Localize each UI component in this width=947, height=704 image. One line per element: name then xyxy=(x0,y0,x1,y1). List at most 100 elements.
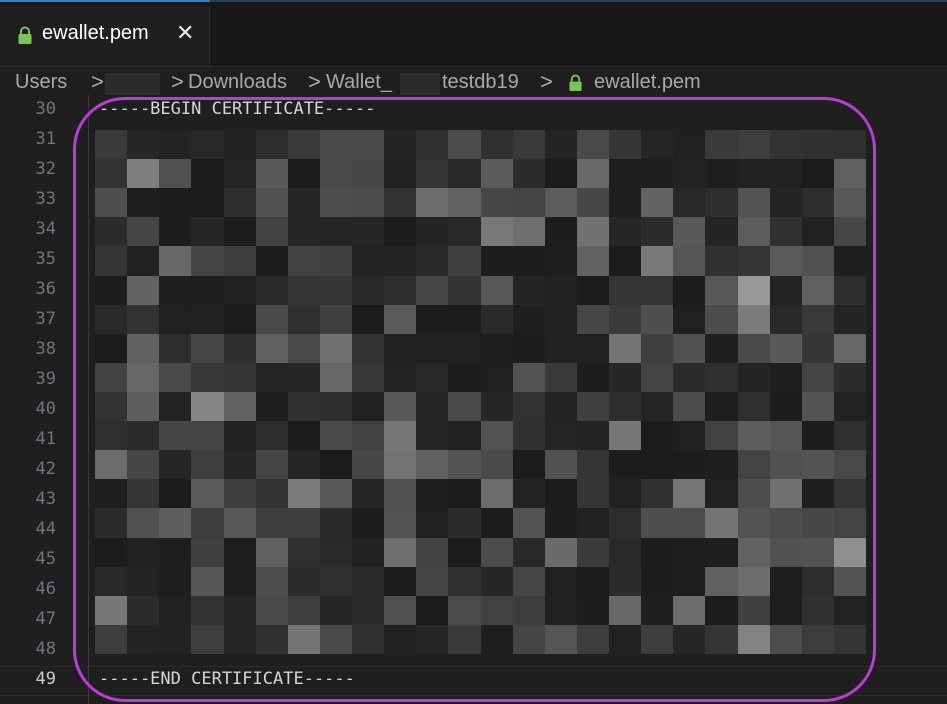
redaction-pixel xyxy=(833,304,866,334)
line-number: 49 xyxy=(35,669,56,689)
redaction-pixel xyxy=(609,479,642,509)
redaction-pixel xyxy=(609,159,642,189)
redaction-pixel xyxy=(95,450,128,480)
redaction-pixel xyxy=(319,508,352,538)
breadcrumb-wallet-prefix[interactable]: Wallet_ xyxy=(326,71,392,94)
redaction-pixel xyxy=(641,246,674,276)
redaction-pixel xyxy=(384,246,417,276)
redaction-pixel xyxy=(833,275,866,305)
breadcrumb-users[interactable]: Users xyxy=(15,71,67,94)
line-number: 35 xyxy=(35,249,56,269)
lock-icon xyxy=(18,26,32,44)
redaction-pixel xyxy=(705,566,738,596)
line-number: 48 xyxy=(35,639,56,659)
redaction-pixel xyxy=(480,188,513,218)
code-line[interactable]: -----END CERTIFICATE----- xyxy=(99,669,355,689)
redaction-pixel xyxy=(769,333,802,363)
line-number: 44 xyxy=(35,519,56,539)
redaction-pixel xyxy=(191,479,224,509)
redaction-pixel xyxy=(384,362,417,392)
redaction-pixel xyxy=(448,362,481,392)
redaction-pixel xyxy=(223,304,256,334)
breadcrumb-downloads[interactable]: Downloads xyxy=(188,71,287,94)
redaction-pixel xyxy=(448,391,481,422)
redaction-pixel xyxy=(319,159,352,189)
redaction-pixel xyxy=(287,479,320,509)
redaction-pixel xyxy=(737,391,770,422)
redaction-pixel xyxy=(127,537,160,567)
redaction-pixel xyxy=(384,508,417,538)
line-number: 36 xyxy=(35,279,56,299)
redaction-pixel xyxy=(512,159,545,189)
redaction-pixel xyxy=(737,246,770,276)
redaction-pixel xyxy=(576,421,609,451)
redaction-pixel xyxy=(223,566,256,596)
redaction-pixel xyxy=(319,188,352,218)
redaction-pixel xyxy=(512,246,545,276)
redaction-pixel xyxy=(127,217,160,247)
breadcrumb-file[interactable]: ewallet.pem xyxy=(594,71,701,94)
redaction-pixel xyxy=(448,421,481,451)
redaction-pixel xyxy=(319,217,352,247)
redaction-pixel xyxy=(673,159,706,189)
redaction-pixel xyxy=(480,246,513,276)
redaction-pixel xyxy=(159,159,192,189)
redaction-pixel xyxy=(576,624,609,654)
redaction-pixel xyxy=(769,246,802,276)
redaction-pixel xyxy=(737,566,770,596)
redaction-pixel xyxy=(255,188,288,218)
redaction-pixel xyxy=(191,624,224,654)
redaction-pixel xyxy=(833,246,866,276)
redaction-pixel xyxy=(705,391,738,422)
tab-bar: ewallet.pem ✕ xyxy=(0,6,947,67)
redaction-pixel xyxy=(416,479,449,509)
redaction-pixel xyxy=(705,159,738,189)
redaction-pixel xyxy=(769,595,802,625)
redaction-pixel xyxy=(705,333,738,363)
redaction-pixel xyxy=(576,566,609,596)
redaction-pixel xyxy=(801,421,834,451)
redaction-pixel xyxy=(384,421,417,451)
redaction-pixel xyxy=(159,537,192,567)
redaction-pixel xyxy=(641,333,674,363)
code-line[interactable]: -----BEGIN CERTIFICATE----- xyxy=(99,99,375,119)
active-tab-accent xyxy=(0,0,210,2)
breadcrumb-wallet-suffix[interactable]: testdb19 xyxy=(442,71,519,94)
redaction-pixel xyxy=(255,450,288,480)
redaction-pixel xyxy=(416,217,449,247)
redaction-pixel xyxy=(769,159,802,189)
line-number: 42 xyxy=(35,459,56,479)
redaction-pixel xyxy=(737,275,770,305)
redaction-pixel xyxy=(352,304,385,334)
redaction-pixel xyxy=(95,275,128,305)
redaction-pixel xyxy=(319,421,352,451)
redaction-pixel xyxy=(576,275,609,305)
redaction-pixel xyxy=(319,333,352,363)
line-number: 45 xyxy=(35,549,56,569)
redaction-pixel xyxy=(544,566,577,596)
redaction-pixel xyxy=(705,130,738,160)
redaction-pixel xyxy=(95,479,128,509)
redaction-pixel xyxy=(544,479,577,509)
line-number: 43 xyxy=(35,489,56,509)
redaction-pixel xyxy=(223,391,256,422)
redaction-pixel xyxy=(191,421,224,451)
redaction-pixel xyxy=(95,130,128,160)
redaction-pixel xyxy=(576,508,609,538)
redaction-pixel xyxy=(352,188,385,218)
redaction-pixel xyxy=(159,275,192,305)
redaction-pixel xyxy=(512,333,545,363)
redaction-pixel xyxy=(127,362,160,392)
redaction-pixel xyxy=(641,391,674,422)
redaction-pixel xyxy=(769,217,802,247)
redaction-pixel xyxy=(223,362,256,392)
tab-ewallet-pem[interactable]: ewallet.pem ✕ xyxy=(0,6,210,66)
redaction-pixel xyxy=(448,479,481,509)
line-number: 46 xyxy=(35,579,56,599)
close-icon[interactable]: ✕ xyxy=(176,21,194,46)
line-number: 37 xyxy=(35,309,56,329)
redaction-pixel xyxy=(191,188,224,218)
redaction-pixel xyxy=(159,508,192,538)
redaction-pixel xyxy=(191,275,224,305)
redaction-pixel xyxy=(609,275,642,305)
